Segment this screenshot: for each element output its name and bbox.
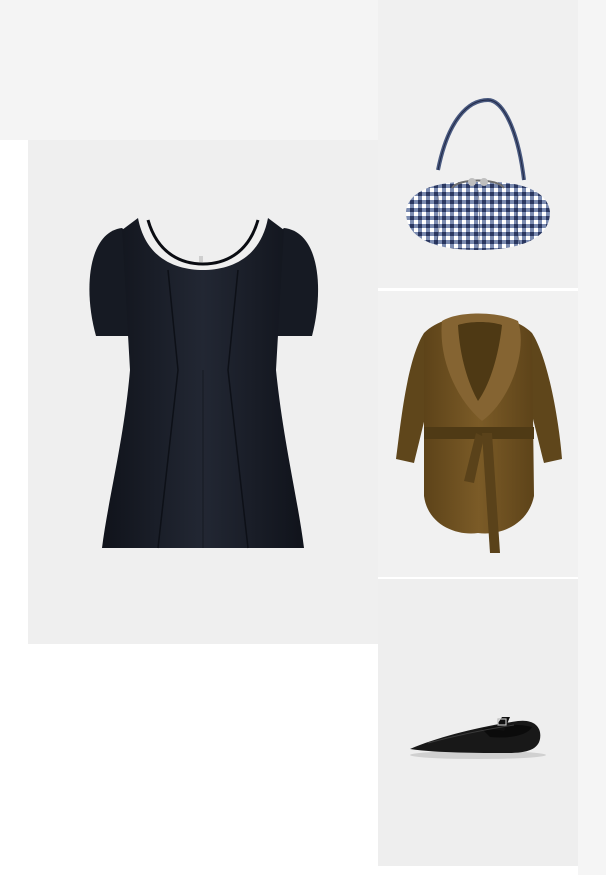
black-puff-sleeve-dress-illustration <box>89 218 319 549</box>
coat-product-image[interactable] <box>378 291 578 577</box>
black-pointed-mary-jane-flat-illustration <box>410 717 546 759</box>
top-left-blank-panel <box>0 0 378 140</box>
right-edge-blank-panel <box>578 0 606 875</box>
shoe-product-image[interactable] <box>378 579 578 866</box>
bag-product-image[interactable] <box>378 0 578 288</box>
olive-wrap-puffer-coat-illustration <box>396 313 562 553</box>
dress-product-image[interactable] <box>28 140 378 644</box>
gingham-frame-bag-illustration <box>406 97 550 251</box>
bottom-left-blank-panel <box>0 644 378 875</box>
